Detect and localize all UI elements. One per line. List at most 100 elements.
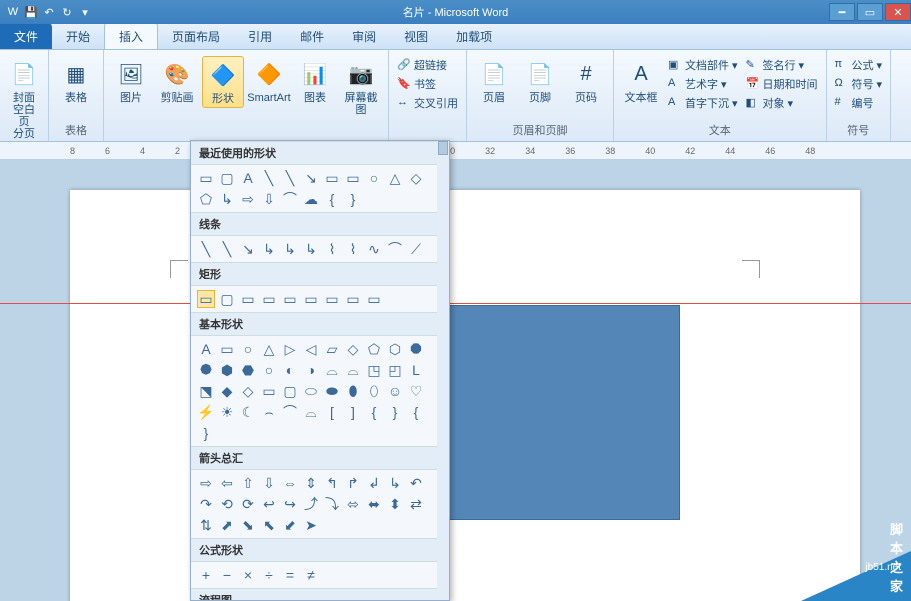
cover-page-button[interactable]: 📄封面空白页分页	[6, 56, 42, 142]
shape-item[interactable]: ÷	[260, 566, 278, 584]
shape-item[interactable]: ▭	[218, 340, 236, 358]
shape-item[interactable]: ○	[260, 361, 278, 379]
shape-item[interactable]: ↘	[302, 169, 320, 187]
shape-item[interactable]: △	[260, 340, 278, 358]
scrollbar-thumb[interactable]	[438, 141, 448, 155]
shape-item[interactable]: ⌇	[323, 240, 341, 258]
shape-item[interactable]: ☺	[386, 382, 404, 400]
shape-item[interactable]: ▭	[323, 169, 341, 187]
shape-item[interactable]: ◆	[218, 382, 236, 400]
footer-button[interactable]: 📄页脚	[519, 56, 561, 106]
shape-item[interactable]: ⇔	[281, 474, 299, 492]
save-icon[interactable]: 💾	[24, 5, 38, 19]
shape-item[interactable]: ╲	[260, 169, 278, 187]
shape-item[interactable]: ↷	[197, 495, 215, 513]
shape-item[interactable]: ⇕	[302, 474, 320, 492]
shape-item[interactable]: ↘	[239, 240, 257, 258]
shape-item[interactable]: ▭	[302, 290, 320, 308]
shape-item[interactable]: ⬉	[260, 516, 278, 534]
shape-item[interactable]: ╲	[218, 240, 236, 258]
picture-button[interactable]: 🖼图片	[110, 56, 152, 106]
shape-item[interactable]: ⬬	[323, 382, 341, 400]
signature-button[interactable]: ✎签名行 ▾	[744, 56, 820, 74]
shape-item[interactable]: ▭	[344, 290, 362, 308]
shape-item[interactable]: ▭	[260, 382, 278, 400]
page[interactable]	[70, 190, 860, 601]
shape-item[interactable]: ▢	[281, 382, 299, 400]
shape-item[interactable]: ➤	[302, 516, 320, 534]
smartart-button[interactable]: 🔶SmartArt	[248, 56, 290, 106]
tab-mailings[interactable]: 邮件	[286, 24, 338, 49]
shape-item[interactable]: ☁	[302, 190, 320, 208]
shape-item[interactable]: ⬭	[302, 382, 320, 400]
shape-item[interactable]: ⬯	[365, 382, 383, 400]
shapes-button[interactable]: 🔷形状	[202, 56, 244, 108]
shape-item[interactable]: ⬈	[218, 516, 236, 534]
shape-item[interactable]: ↰	[323, 474, 341, 492]
tab-view[interactable]: 视图	[390, 24, 442, 49]
shape-item[interactable]: ⤴	[302, 495, 320, 513]
shape-item[interactable]: ⬔	[197, 382, 215, 400]
screenshot-button[interactable]: 📷屏幕截图	[340, 56, 382, 118]
header-button[interactable]: 📄页眉	[473, 56, 515, 106]
shape-item[interactable]: ⌓	[302, 403, 320, 421]
shape-item[interactable]: ⬠	[365, 340, 383, 358]
shape-item[interactable]: [	[323, 403, 341, 421]
shape-item[interactable]: ≠	[302, 566, 320, 584]
shape-item[interactable]: ⌒	[281, 190, 299, 208]
shape-item[interactable]: ∿	[365, 240, 383, 258]
shape-item[interactable]: ⚡	[197, 403, 215, 421]
shape-item[interactable]: ⬣	[239, 361, 257, 379]
tab-insert[interactable]: 插入	[104, 23, 158, 49]
symbol-button[interactable]: Ω符号 ▾	[833, 75, 885, 93]
tab-file[interactable]: 文件	[0, 23, 52, 49]
shape-item[interactable]: A	[239, 169, 257, 187]
equation-button[interactable]: π公式 ▾	[833, 56, 885, 74]
pagenumber-button[interactable]: #页码	[565, 56, 607, 106]
shape-item[interactable]: ↳	[281, 240, 299, 258]
shape-item[interactable]: ⇨	[197, 474, 215, 492]
shape-item[interactable]: ◇	[344, 340, 362, 358]
shape-item[interactable]: ▢	[218, 169, 236, 187]
shape-item[interactable]: ☾	[239, 403, 257, 421]
shape-item[interactable]: ⇩	[260, 474, 278, 492]
maximize-button[interactable]: ▭	[857, 3, 883, 21]
shape-item[interactable]: ⬌	[365, 495, 383, 513]
shape-item[interactable]: ◇	[239, 382, 257, 400]
tab-references[interactable]: 引用	[234, 24, 286, 49]
shape-item[interactable]: ⌓	[344, 361, 362, 379]
shape-item[interactable]: ▷	[281, 340, 299, 358]
tab-home[interactable]: 开始	[52, 24, 104, 49]
close-button[interactable]: ✕	[885, 3, 911, 21]
shape-item[interactable]: ⇧	[239, 474, 257, 492]
shape-item[interactable]: ⬍	[386, 495, 404, 513]
shape-item[interactable]: }	[386, 403, 404, 421]
shape-item[interactable]: ⬊	[239, 516, 257, 534]
wordart-button[interactable]: A艺术字 ▾	[666, 75, 740, 93]
shape-item[interactable]: ♡	[407, 382, 425, 400]
shape-item[interactable]: ⌢	[260, 403, 278, 421]
shape-item[interactable]: ⯃	[407, 340, 425, 358]
qat-dropdown-icon[interactable]: ▾	[78, 5, 92, 19]
shape-item[interactable]: ↳	[386, 474, 404, 492]
minimize-button[interactable]: ━	[829, 3, 855, 21]
redo-icon[interactable]: ↻	[60, 5, 74, 19]
hyperlink-button[interactable]: 🔗超链接	[395, 56, 460, 74]
shape-item[interactable]: ↳	[260, 240, 278, 258]
chart-button[interactable]: 📊图表	[294, 56, 336, 106]
shape-item[interactable]: ▢	[218, 290, 236, 308]
shape-item[interactable]: ⇨	[239, 190, 257, 208]
shape-item[interactable]: ⤵	[323, 495, 341, 513]
shape-item[interactable]: ⬄	[344, 495, 362, 513]
shape-item[interactable]: +	[197, 566, 215, 584]
shape-item[interactable]: ▭	[281, 290, 299, 308]
shape-item[interactable]: ↲	[365, 474, 383, 492]
shape-item[interactable]: ▭	[260, 290, 278, 308]
shape-item[interactable]: ▭	[365, 290, 383, 308]
shape-item[interactable]: ⬢	[218, 361, 236, 379]
menu-scrollbar[interactable]	[437, 141, 449, 600]
tab-review[interactable]: 审阅	[338, 24, 390, 49]
shape-item[interactable]: ⟋	[407, 240, 425, 258]
quickparts-button[interactable]: ▣文档部件 ▾	[666, 56, 740, 74]
shape-item[interactable]: ☀	[218, 403, 236, 421]
